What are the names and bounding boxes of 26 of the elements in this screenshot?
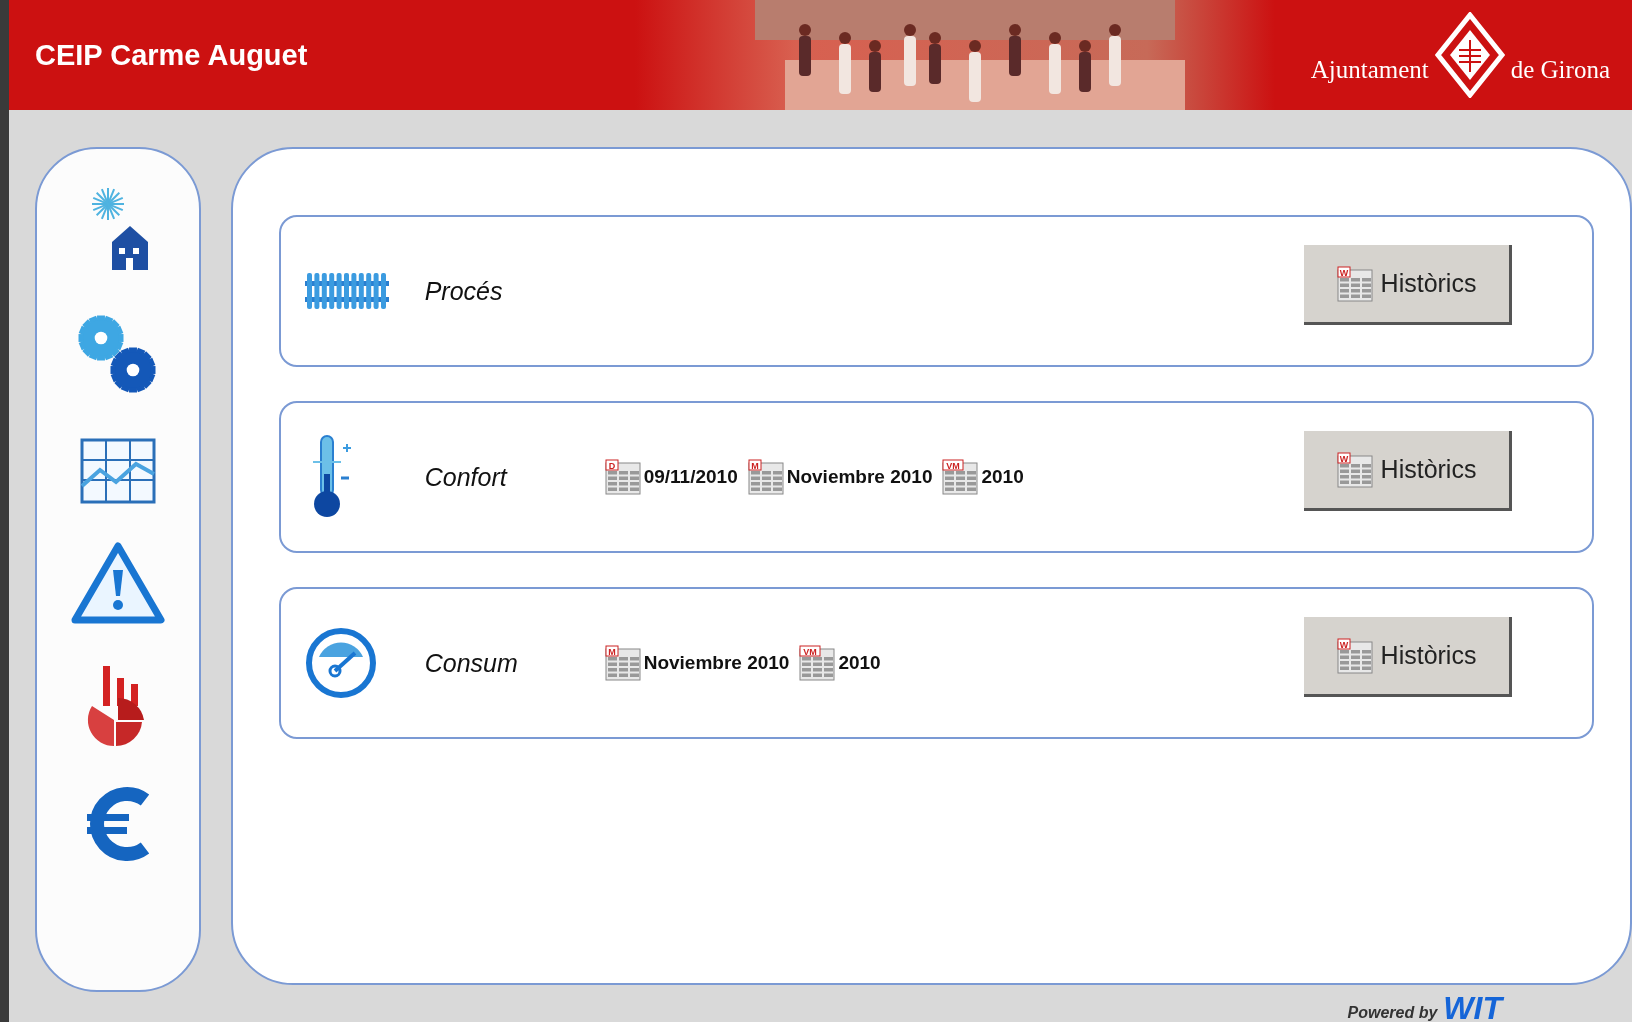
table-icon: D bbox=[604, 459, 641, 495]
table-icon: M bbox=[747, 459, 784, 495]
history-button[interactable]: W Històrics bbox=[1304, 617, 1512, 697]
gauge-icon bbox=[304, 627, 377, 699]
section-title: Consum bbox=[424, 648, 519, 678]
history-button[interactable]: W Històrics bbox=[1304, 431, 1512, 511]
powered-by-text: Powered by bbox=[1347, 1004, 1438, 1022]
section-title: Procés bbox=[424, 276, 504, 306]
table-icon: M bbox=[604, 645, 641, 681]
logo-text: Ajuntament bbox=[1310, 56, 1429, 84]
report-link[interactable]: VM 2010 bbox=[799, 645, 881, 681]
euro-icon[interactable] bbox=[84, 786, 151, 862]
city-emblem-icon bbox=[1434, 12, 1505, 98]
site-title: CEIP Carme Auguet bbox=[34, 38, 309, 72]
radiator-icon bbox=[304, 271, 389, 311]
line-chart-icon[interactable] bbox=[79, 438, 156, 504]
report-link[interactable]: VM 2010 bbox=[942, 459, 1024, 495]
report-link[interactable]: M Noviembre 2010 bbox=[604, 645, 790, 681]
table-icon: VM bbox=[942, 459, 979, 495]
report-link[interactable]: D 09/11/2010 bbox=[604, 459, 738, 495]
history-button[interactable]: W Històrics bbox=[1304, 245, 1512, 325]
report-link[interactable]: M Noviembre 2010 bbox=[747, 459, 933, 495]
warning-icon[interactable] bbox=[70, 542, 165, 626]
table-icon: VM bbox=[799, 645, 836, 681]
logo-text: de Girona bbox=[1510, 56, 1610, 84]
section-title: Confort bbox=[424, 462, 509, 492]
